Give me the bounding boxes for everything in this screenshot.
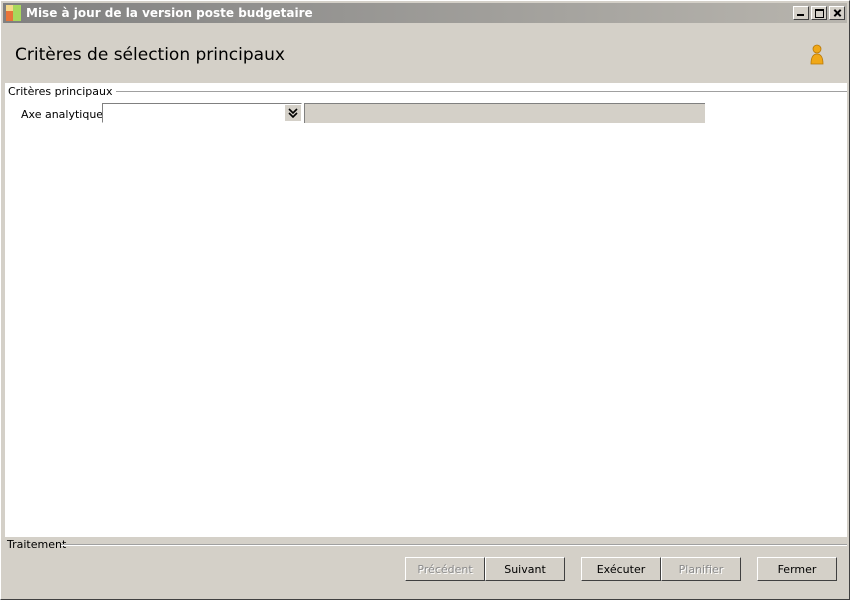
criteria-group-label: Critères principaux bbox=[8, 85, 117, 98]
main-window: Mise à jour de la version poste budgetai… bbox=[0, 0, 850, 600]
planifier-button[interactable]: Planifier bbox=[661, 557, 741, 581]
minimize-button[interactable] bbox=[793, 6, 809, 20]
title-bar[interactable]: Mise à jour de la version poste budgetai… bbox=[3, 3, 847, 23]
axe-analytique-combo[interactable] bbox=[102, 103, 302, 123]
footer-divider-highlight bbox=[61, 545, 847, 546]
suivant-button[interactable]: Suivant bbox=[485, 557, 565, 581]
maximize-button[interactable] bbox=[811, 6, 827, 20]
group-divider bbox=[99, 91, 847, 92]
executer-button[interactable]: Exécuter bbox=[581, 557, 661, 581]
close-window-button[interactable] bbox=[829, 6, 845, 20]
user-icon[interactable] bbox=[809, 44, 825, 66]
chevron-down-icon[interactable] bbox=[285, 105, 301, 121]
page-title: Critères de sélection principaux bbox=[15, 45, 285, 65]
header-panel: Critères de sélection principaux bbox=[3, 23, 847, 83]
axe-description-field bbox=[304, 103, 705, 123]
traitement-group-label: Traitement bbox=[7, 538, 67, 551]
axe-analytique-label: Axe analytique : bbox=[21, 108, 111, 121]
window-title: Mise à jour de la version poste budgetai… bbox=[26, 6, 313, 20]
fermer-button[interactable]: Fermer bbox=[757, 557, 837, 581]
criteria-panel: Critères principaux Axe analytique : bbox=[5, 83, 847, 537]
app-icon bbox=[6, 5, 22, 21]
precedent-button[interactable]: Précédent bbox=[405, 557, 485, 581]
